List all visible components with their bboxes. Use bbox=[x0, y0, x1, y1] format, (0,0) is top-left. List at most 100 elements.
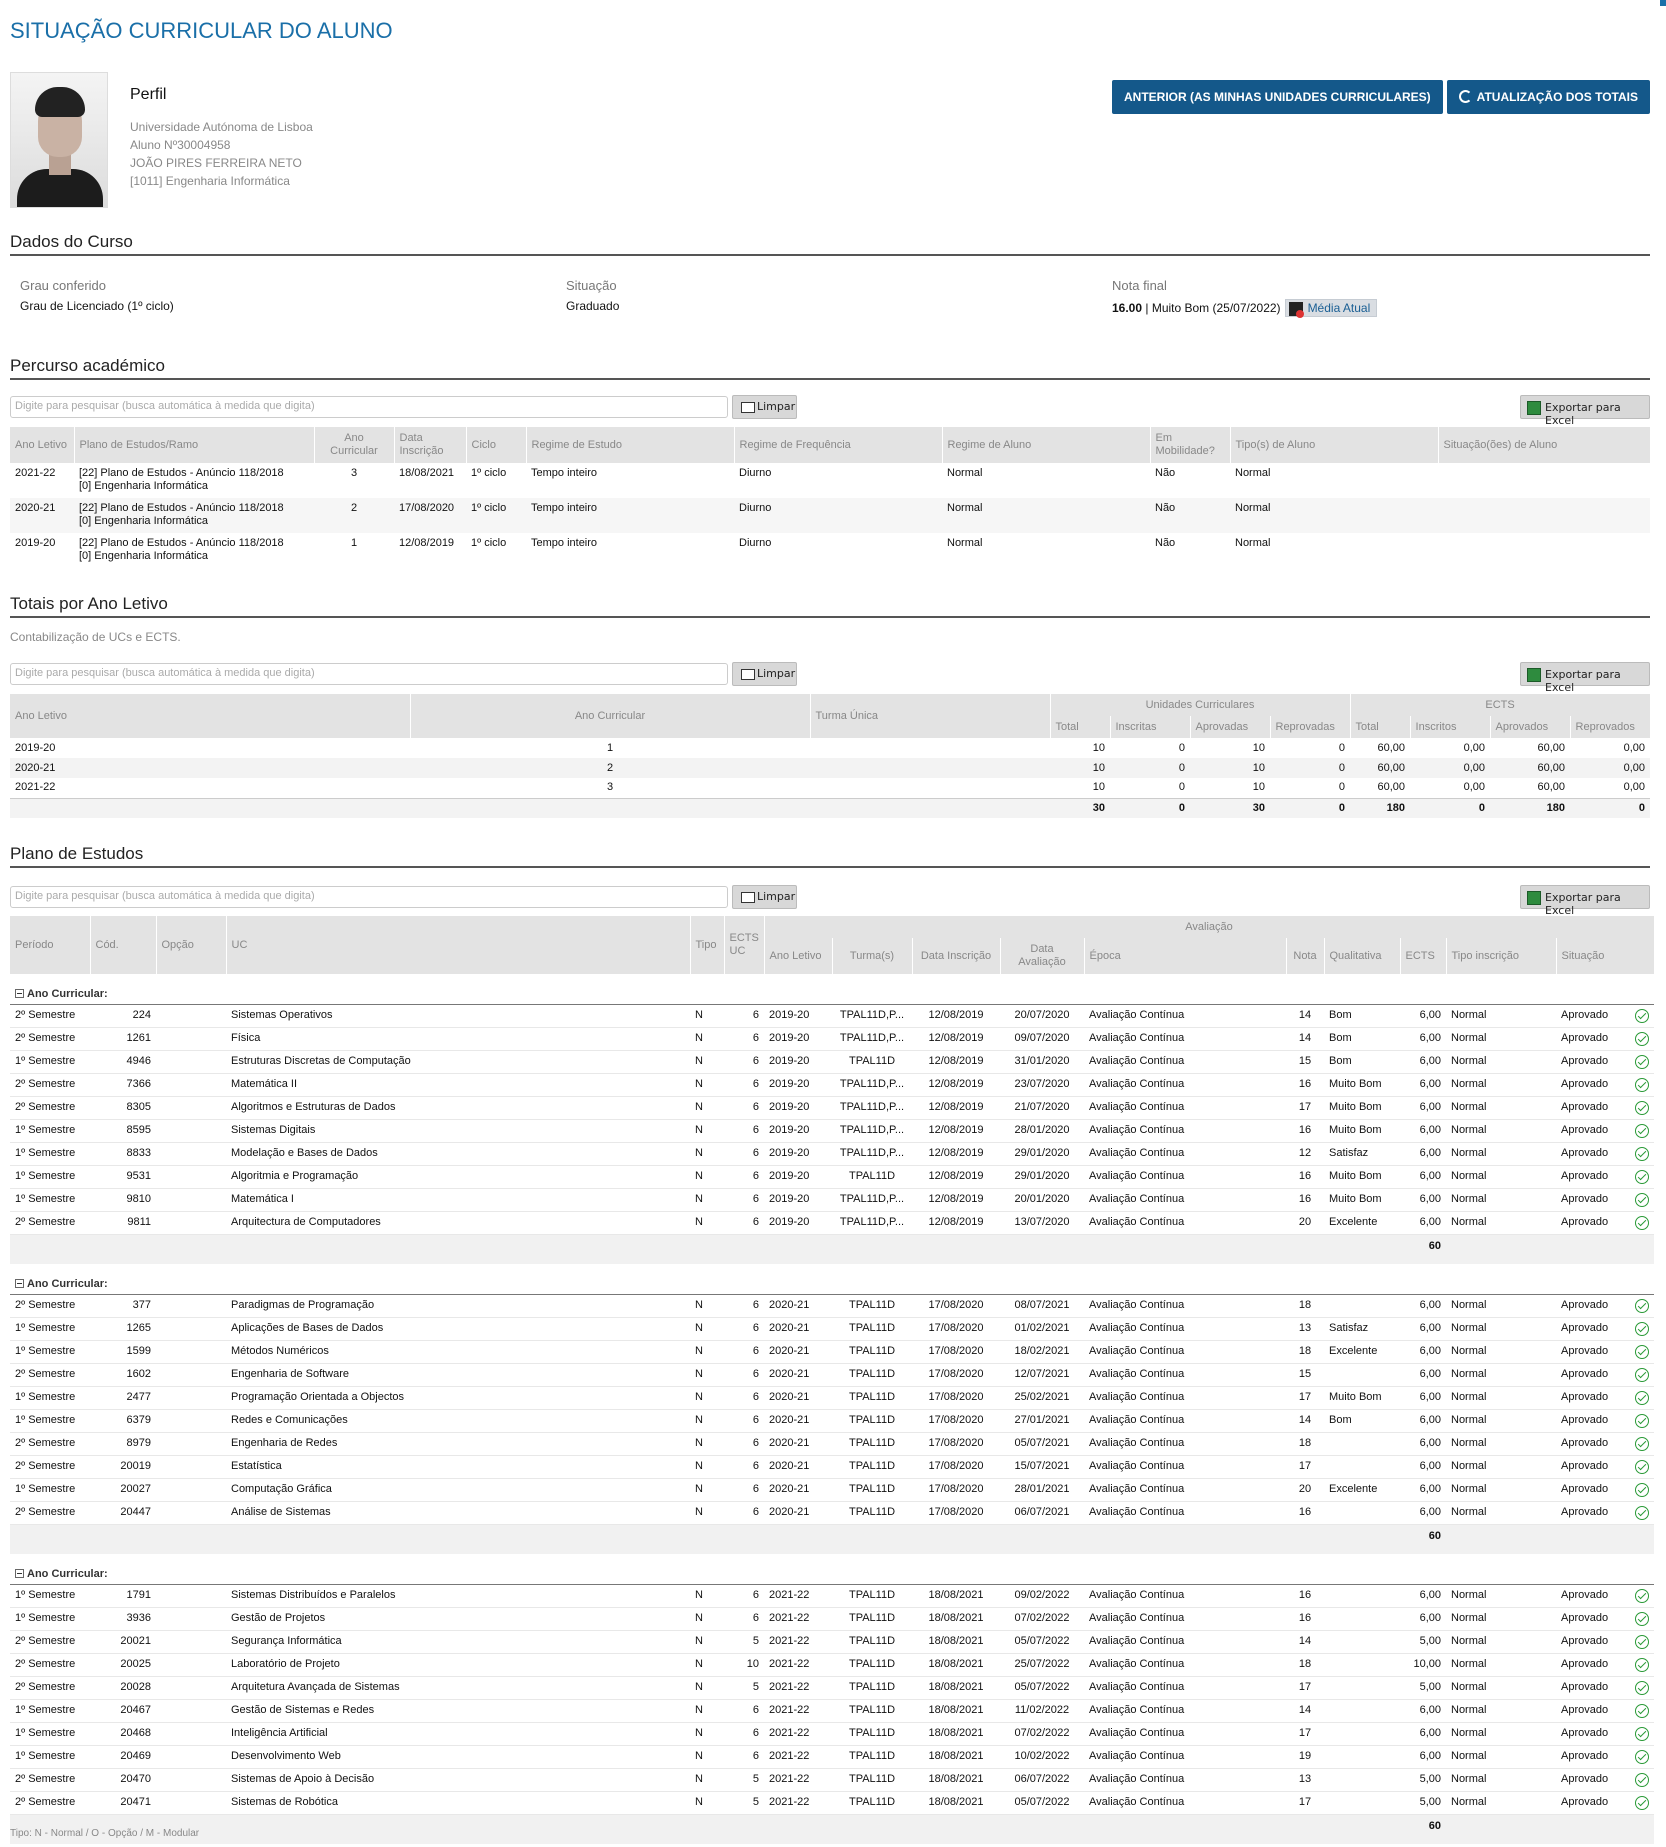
col-uc[interactable]: UC bbox=[226, 916, 691, 974]
cell-tipo: N bbox=[690, 1386, 724, 1410]
cell-qualitativa: Muito Bom bbox=[1324, 1188, 1400, 1212]
cell-turmas: TPAL11D bbox=[832, 1630, 912, 1654]
table-cell bbox=[1630, 1524, 1655, 1554]
col-situacao[interactable]: Situação bbox=[1556, 938, 1655, 974]
col-uc-total[interactable]: Total bbox=[1050, 716, 1111, 738]
col-qualitativa[interactable]: Qualitativa bbox=[1324, 938, 1401, 974]
col-uc-aprovadas[interactable]: Aprovadas bbox=[1190, 716, 1271, 738]
atualizacao-totais-button[interactable]: ATUALIZAÇÃO DOS TOTAIS bbox=[1446, 80, 1650, 114]
media-atual-button[interactable]: Média Atual bbox=[1284, 299, 1378, 318]
col-tipo[interactable]: Tipo bbox=[690, 916, 725, 974]
col-regime-frequencia[interactable]: Regime de Frequência bbox=[734, 427, 943, 463]
cell-tipo: N bbox=[690, 1409, 724, 1433]
table-row: 2º Semestre 8305 Algoritmos e Estruturas d… bbox=[10, 1096, 1655, 1120]
col-nota[interactable]: Nota bbox=[1286, 938, 1325, 974]
plano-limpar-button[interactable]: Limpar bbox=[732, 885, 797, 909]
col-tipo-aluno[interactable]: Tipo(s) de Aluno bbox=[1230, 427, 1439, 463]
cell-nota: 16 bbox=[1286, 1584, 1324, 1608]
col-ano-letivo[interactable]: Ano Letivo bbox=[10, 694, 411, 738]
col-uc-inscritas[interactable]: Inscritas bbox=[1110, 716, 1191, 738]
table-cell bbox=[690, 1234, 724, 1264]
col-epoca[interactable]: Época bbox=[1084, 938, 1287, 974]
col-data-inscricao[interactable]: Data Inscrição bbox=[912, 938, 1001, 974]
cell-epoca: Avaliação Contínua bbox=[1084, 1050, 1286, 1074]
ramo-line: [0] Engenharia Informática bbox=[79, 550, 209, 562]
percurso-excel-button[interactable]: Exportar para Excel bbox=[1520, 395, 1650, 427]
section-dados-curso: Dados do Curso bbox=[10, 232, 1650, 256]
col-group-ucs: Unidades Curriculares bbox=[1050, 694, 1351, 716]
col-regime-estudo[interactable]: Regime de Estudo bbox=[526, 427, 735, 463]
cell-qualitativa bbox=[1324, 1699, 1400, 1723]
table-cell bbox=[1446, 1524, 1556, 1554]
cell-periodo: 2º Semestre bbox=[10, 1676, 90, 1700]
collapse-icon[interactable] bbox=[15, 1278, 24, 1288]
cell-qualitativa: Excelente bbox=[1324, 1478, 1400, 1502]
col-ciclo[interactable]: Ciclo bbox=[466, 427, 527, 463]
total-cell: 0 bbox=[1570, 797, 1651, 818]
totais-excel-button[interactable]: Exportar para Excel bbox=[1520, 662, 1650, 694]
col-situacao-aluno[interactable]: Situação(ões) de Aluno bbox=[1438, 427, 1651, 463]
group-header[interactable]: Ano Curricular: bbox=[10, 974, 1655, 1005]
table-cell bbox=[832, 1814, 912, 1844]
cell-uc: Redes e Comunicações bbox=[226, 1409, 690, 1433]
cell-status-icon bbox=[1630, 1501, 1655, 1525]
col-uc-reprovadas[interactable]: Reprovadas bbox=[1270, 716, 1351, 738]
col-ects-reprovados[interactable]: Reprovados bbox=[1570, 716, 1651, 738]
table-cell bbox=[1630, 1814, 1655, 1844]
col-turmas[interactable]: Turma(s) bbox=[832, 938, 913, 974]
cell-qualitativa: Muito Bom bbox=[1324, 1165, 1400, 1189]
group-header[interactable]: Ano Curricular: bbox=[10, 1554, 1655, 1585]
cell-cod: 9810 bbox=[90, 1188, 156, 1212]
table-cell bbox=[832, 1234, 912, 1264]
totais-search-input[interactable]: Digite para pesquisar (busca automática … bbox=[10, 663, 728, 685]
cell-epoca: Avaliação Contínua bbox=[1084, 1501, 1286, 1525]
table-row: 1º Semestre 20467 Gestão de Sistemas e Red… bbox=[10, 1699, 1655, 1723]
col-periodo[interactable]: Período bbox=[10, 916, 91, 974]
col-ano-curricular[interactable]: Ano Curricular bbox=[314, 427, 395, 463]
cell-ano-letivo: 2019-20 bbox=[764, 1165, 832, 1189]
collapse-icon[interactable] bbox=[15, 1568, 24, 1578]
anterior-button[interactable]: ANTERIOR (AS MINHAS UNIDADES CURRICULARE… bbox=[1112, 80, 1443, 114]
table-row: 2º Semestre 20471 Sistemas de Robótica N 5 20… bbox=[10, 1791, 1655, 1815]
cell-situacao: Aprovado bbox=[1556, 1317, 1630, 1341]
percurso-search-input[interactable]: Digite para pesquisar (busca automática … bbox=[10, 396, 728, 418]
col-plano[interactable]: Plano de Estudos/Ramo bbox=[74, 427, 315, 463]
col-data-inscricao[interactable]: Data Inscrição bbox=[394, 427, 467, 463]
col-regime-aluno[interactable]: Regime de Aluno bbox=[942, 427, 1151, 463]
col-tipo-inscricao[interactable]: Tipo inscrição bbox=[1446, 938, 1557, 974]
table-row: 1º Semestre 20468 Inteligência Artificial N… bbox=[10, 1722, 1655, 1746]
table-cell: 60,00 bbox=[1377, 741, 1406, 754]
cell-opcao bbox=[156, 1478, 226, 1502]
col-ano-letivo[interactable]: Ano Letivo bbox=[764, 938, 833, 974]
col-ects-inscritos[interactable]: Inscritos bbox=[1410, 716, 1491, 738]
group-header[interactable]: Ano Curricular: bbox=[10, 1264, 1655, 1295]
col-ects-total[interactable]: Total bbox=[1350, 716, 1411, 738]
totais-limpar-button[interactable]: Limpar bbox=[732, 662, 797, 686]
group-header-row[interactable]: Ano Curricular: bbox=[10, 1264, 1655, 1295]
group-header-row[interactable]: Ano Curricular: bbox=[10, 974, 1655, 1005]
col-cod[interactable]: Cód. bbox=[90, 916, 157, 974]
col-data-avaliacao[interactable]: Data Avaliação bbox=[1000, 938, 1085, 974]
cell-data-avaliacao: 01/02/2021 bbox=[1000, 1317, 1084, 1341]
col-mobilidade[interactable]: Em Mobilidade? bbox=[1150, 427, 1231, 463]
col-opcao[interactable]: Opção bbox=[156, 916, 227, 974]
table-cell: 60,00 bbox=[1537, 781, 1566, 794]
plano-excel-button[interactable]: Exportar para Excel bbox=[1520, 885, 1650, 917]
col-ects[interactable]: ECTS bbox=[1400, 938, 1447, 974]
col-ects-uc[interactable]: ECTS UC bbox=[724, 916, 765, 974]
group-header-row[interactable]: Ano Curricular: bbox=[10, 1554, 1655, 1585]
table-cell bbox=[724, 1234, 764, 1264]
col-turma[interactable]: Turma Única bbox=[810, 694, 1051, 738]
cell-periodo: 2º Semestre bbox=[10, 1211, 90, 1235]
plano-search-input[interactable]: Digite para pesquisar (busca automática … bbox=[10, 886, 728, 908]
col-ects-aprovados[interactable]: Aprovados bbox=[1490, 716, 1571, 738]
cell-qualitativa: Muito Bom bbox=[1324, 1073, 1400, 1097]
col-ano-curricular[interactable]: Ano Curricular bbox=[410, 694, 811, 738]
percurso-limpar-button[interactable]: Limpar bbox=[732, 395, 797, 419]
cell-ano-letivo: 2020-21 bbox=[764, 1386, 832, 1410]
table-cell: 0 bbox=[1338, 741, 1346, 754]
check-circle-icon bbox=[1635, 1031, 1650, 1046]
col-ano-letivo[interactable]: Ano Letivo bbox=[10, 427, 75, 463]
cell-data-avaliacao: 29/01/2020 bbox=[1000, 1142, 1084, 1166]
collapse-icon[interactable] bbox=[15, 988, 24, 998]
